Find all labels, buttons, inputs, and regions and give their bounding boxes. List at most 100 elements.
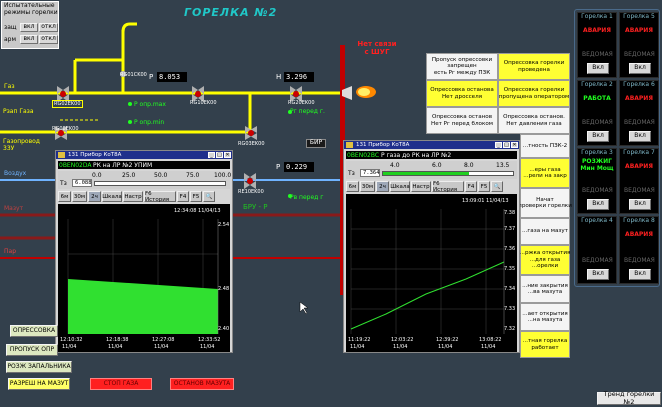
scale-button[interactable]: Шкала: [390, 181, 410, 192]
range-2h-button[interactable]: 2ч: [88, 191, 101, 202]
zoom-icon[interactable]: 🔍: [491, 181, 503, 192]
trend-2-scale: 4.0 6.0 8.0 13.5 Тз 7.364: [346, 161, 517, 179]
rg20-label: RG20EK00: [288, 100, 315, 106]
scale-label: 100.0: [214, 172, 232, 179]
trend-window-1-tag-row: 0BEN02DA РК на ЛР №2 УПИМ: [58, 161, 230, 169]
status-cell-9: Начат проверки горелки: [518, 188, 572, 218]
minimize-icon[interactable]: _: [208, 152, 215, 158]
burner-8-vedomaya: ВЕДОМАЯ: [624, 257, 655, 264]
trend-window-2[interactable]: 131 Прибор КоТ8А _ □ ✕ 0BEN02BC Р газа д…: [343, 140, 520, 353]
p-label-2: P: [276, 163, 281, 171]
scale-label: 13.5: [496, 162, 510, 169]
scale-bar-fill: [383, 172, 469, 175]
trend-1-tag: 0BEN02DA: [59, 162, 92, 169]
range-6m-button[interactable]: 6м: [58, 191, 71, 202]
x-label-date: 11/04: [154, 344, 169, 350]
burner-4-vkl-button[interactable]: Вкл: [587, 269, 609, 280]
x-label: 12:18:38: [106, 337, 129, 343]
f4-button[interactable]: F4: [465, 181, 477, 192]
burner-7-vedomaya: ВЕДОМАЯ: [624, 187, 655, 194]
close-icon[interactable]: ✕: [511, 142, 518, 148]
x-label-date: 11/04: [350, 344, 365, 350]
stop-mazut-button[interactable]: ОСТАНОВ МАЗУТА: [170, 378, 234, 390]
f5-button[interactable]: F5: [478, 181, 490, 192]
maximize-icon[interactable]: □: [216, 152, 223, 158]
burner-5-vedomaya: ВЕДОМАЯ: [624, 51, 655, 58]
scale-label: 4.0: [390, 162, 400, 169]
p-value-1: 8.053: [157, 72, 187, 82]
opressovka-button[interactable]: ОПРЕССОВКА: [10, 325, 58, 337]
minimize-icon[interactable]: _: [495, 142, 502, 148]
burner-6-vkl-button[interactable]: Вкл: [629, 131, 651, 142]
tz-label: Тз: [60, 180, 67, 187]
burner-7-name: Горелка 7: [623, 149, 655, 156]
trend-2-timestamp: 13:09:01 11/04/13: [462, 198, 509, 204]
y-label: 7.36: [504, 246, 516, 252]
trend-1-plot[interactable]: 12:34:08 11/04/13 2.54 2.48 2.40 12:10:3…: [58, 204, 230, 352]
trend-2-desc: Р газа до РК на ЛР №2: [381, 152, 452, 159]
trend-burner-button[interactable]: Тренд горелки №2: [597, 391, 661, 405]
x-label-date: 11/04: [438, 344, 453, 350]
burner-7-vkl-button[interactable]: Вкл: [629, 199, 651, 210]
x-label: 12:33:52: [198, 337, 221, 343]
burner-3-name: Горелка 3: [581, 149, 613, 156]
status-cell-4: Опрессовка горелки пропущена оператором: [498, 80, 570, 107]
range-6m-button[interactable]: 6м: [346, 181, 359, 192]
burner-6-name: Горелка 6: [623, 81, 655, 88]
burner-5-card: Горелка 5 АВАРИЯ ВЕДОМАЯ Вкл: [619, 12, 659, 78]
y-label: 7.38: [504, 210, 516, 216]
razresh-na-mazut-button[interactable]: РАЗРЕШ НА МАЗУТ: [8, 378, 70, 390]
gas-label: Газ: [4, 83, 15, 90]
burner-1-vedomaya: ВЕДОМАЯ: [582, 51, 613, 58]
settings-button[interactable]: Настр: [123, 191, 143, 202]
x-label-date: 11/04: [481, 344, 496, 350]
y-label: 7.37: [504, 226, 516, 232]
range-30m-button[interactable]: 30м: [72, 191, 87, 202]
settings-button[interactable]: Настр: [411, 181, 431, 192]
trend-2-plot[interactable]: 13:09:01 11/04/13 7.38 7.37 7.36 7.35 7.…: [346, 194, 517, 352]
range-2h-button[interactable]: 2ч: [376, 181, 389, 192]
x-label-date: 11/04: [393, 344, 408, 350]
range-30m-button[interactable]: 30м: [360, 181, 375, 192]
history-button[interactable]: F6 История: [432, 181, 464, 193]
status-cell-10: ...газа на мазут: [520, 218, 570, 245]
propusk-opr-button[interactable]: ПРОПУСК ОПР: [6, 344, 58, 356]
burner-8-card: Горелка 8 АВАРИЯ ВЕДОМАЯ Вкл: [619, 216, 659, 284]
scale-button[interactable]: Шкала: [102, 191, 122, 202]
trend-window-2-title: 131 Прибор КоТ8А: [356, 142, 410, 148]
trend-2-line: [350, 261, 505, 330]
stop-gas-button[interactable]: СТОП ГАЗА: [90, 378, 152, 390]
maximize-icon[interactable]: □: [503, 142, 510, 148]
burner-8-vkl-button[interactable]: Вкл: [629, 269, 651, 280]
trend-window-2-titlebar[interactable]: 131 Прибор КоТ8А _ □ ✕: [344, 141, 519, 149]
y-label: 7.33: [504, 306, 516, 312]
burner-2-status: РАБОТА: [583, 95, 611, 102]
close-icon[interactable]: ✕: [224, 152, 231, 158]
f4-button[interactable]: F4: [177, 191, 189, 202]
bru-label: БРУ - Р: [243, 203, 268, 211]
burner-1-name: Горелка 1: [581, 13, 613, 20]
burner-3-vkl-button[interactable]: Вкл: [587, 199, 609, 210]
trend-window-1-titlebar[interactable]: 131 Прибор КоТ8А _ □ ✕: [56, 151, 232, 159]
burner-5-vkl-button[interactable]: Вкл: [629, 63, 651, 74]
p-value-2: 0.229: [284, 162, 314, 172]
pzak-gas-label: Рзап Газа: [3, 108, 34, 115]
trend-window-1[interactable]: 131 Прибор КоТ8А _ □ ✕ 0BEN02DA РК на ЛР…: [55, 150, 233, 353]
gas-line-label: Газопровод 33У: [3, 138, 40, 153]
rv-pered-label: Рв перед г: [290, 194, 324, 201]
burner-2-vkl-button[interactable]: Вкл: [587, 131, 609, 142]
window-app-icon: [346, 142, 353, 148]
y-label: 2.40: [218, 326, 230, 332]
window-app-icon: [58, 152, 65, 158]
rozzh-zapalnika-button[interactable]: РОЗЖ ЗАПАЛЬНИКА: [6, 361, 72, 373]
f5-button[interactable]: F5: [190, 191, 202, 202]
rg01-label: RG01CK00: [120, 72, 147, 78]
rg03-label: RG03EK00: [238, 141, 265, 147]
burner-1-vkl-button[interactable]: Вкл: [587, 63, 609, 74]
bir-button[interactable]: БИР: [306, 139, 326, 148]
burner-2-name: Горелка 2: [581, 81, 613, 88]
history-button[interactable]: F6 История: [144, 191, 176, 203]
h-value: 3.296: [284, 72, 314, 82]
zoom-icon[interactable]: 🔍: [203, 191, 215, 202]
x-label: 11:19:22: [348, 337, 371, 343]
